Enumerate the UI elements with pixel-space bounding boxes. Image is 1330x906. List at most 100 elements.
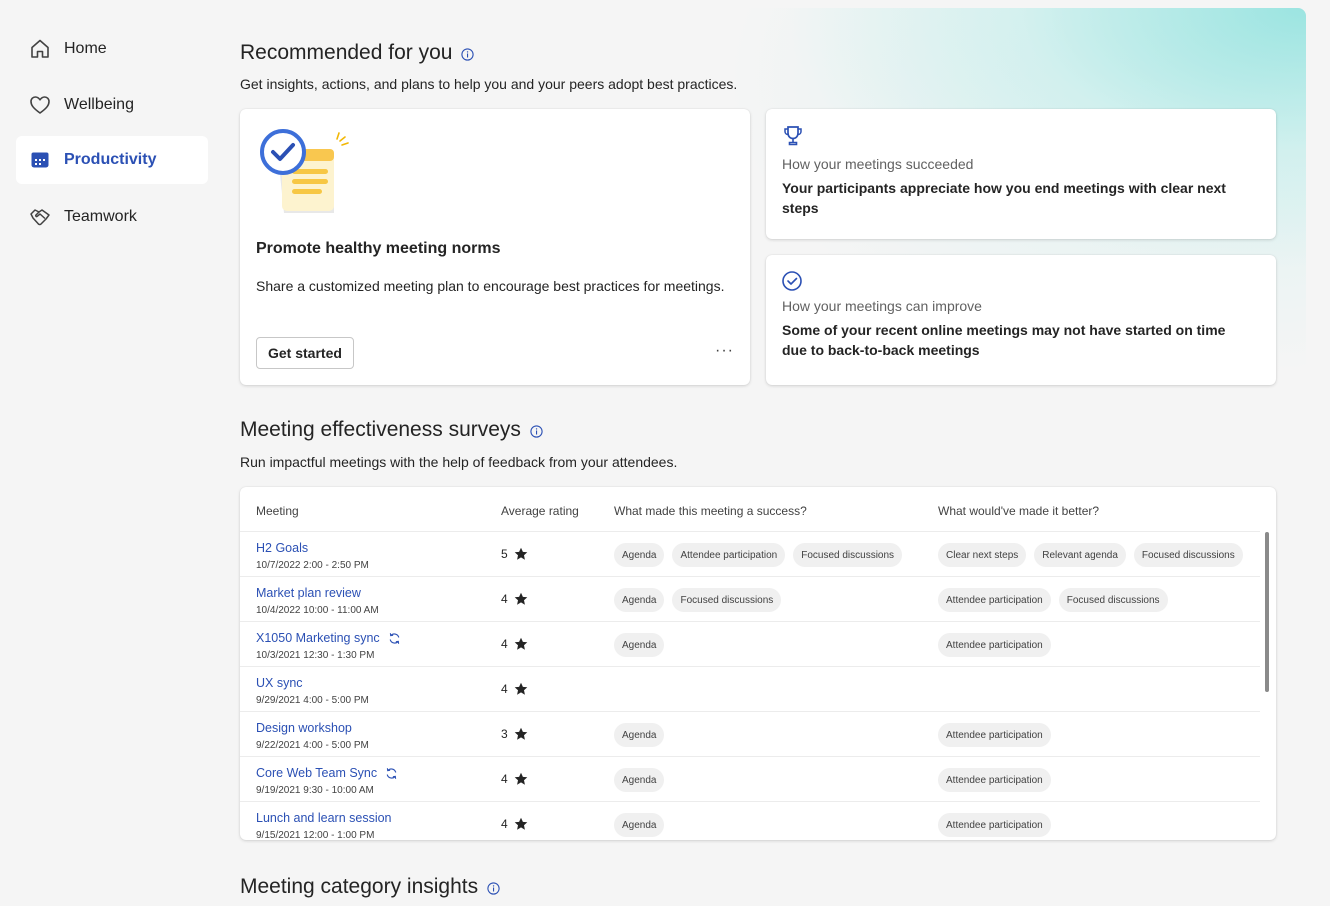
star-icon xyxy=(514,637,527,650)
check-circle-icon xyxy=(782,270,804,297)
feedback-tag: Focused discussions xyxy=(1133,543,1243,567)
trophy-icon xyxy=(782,124,804,153)
meeting-title-link[interactable]: H2 Goals xyxy=(256,541,308,555)
star-icon xyxy=(514,682,527,695)
sidebar: Home Wellbeing Productivity Teamwork xyxy=(0,0,224,906)
meeting-date: 10/4/2022 10:00 - 11:00 AM xyxy=(256,605,379,616)
meeting-title-link[interactable]: Core Web Team Sync xyxy=(256,766,398,780)
feedback-tag: Attendee participation xyxy=(938,768,1051,792)
feedback-tag: Focused discussions xyxy=(672,588,782,612)
average-rating: 4 xyxy=(501,592,528,606)
insight-text: Your participants appreciate how you end… xyxy=(782,180,1226,216)
meeting-date: 10/7/2022 2:00 - 2:50 PM xyxy=(256,560,369,571)
recommended-title: Recommended for you xyxy=(240,41,475,65)
success-tags: Agenda Focused discussions xyxy=(614,588,782,612)
meeting-title-link[interactable]: Lunch and learn session xyxy=(256,811,392,825)
feedback-tag: Focused discussions xyxy=(793,543,903,567)
table-row: Market plan review 10/4/2022 10:00 - 11:0… xyxy=(240,576,1260,621)
recurring-sync-icon xyxy=(388,632,401,645)
feedback-tag: Attendee participation xyxy=(938,813,1051,837)
star-icon xyxy=(514,772,527,785)
feedback-tag: Relevant agenda xyxy=(1034,543,1126,567)
average-rating: 4 xyxy=(501,817,528,831)
home-icon xyxy=(28,37,52,61)
table-row: Core Web Team Sync 9/19/2021 9:30 - 10:00… xyxy=(240,756,1260,801)
improvement-tags: Attendee participation Focused discussion… xyxy=(938,588,1168,612)
insight-card-succeeded[interactable]: How your meetings succeeded Your partici… xyxy=(766,109,1276,239)
insight-label: How your meetings can improve xyxy=(782,298,982,314)
surveys-table: Meeting Average rating What made this me… xyxy=(240,487,1276,840)
feedback-tag: Agenda xyxy=(614,723,665,747)
column-header-meeting[interactable]: Meeting xyxy=(256,504,299,518)
success-tags: Agenda Attendee participation Focused disc… xyxy=(614,543,903,567)
insight-label: How your meetings succeeded xyxy=(782,156,974,172)
plan-card-title: Promote healthy meeting norms xyxy=(256,240,501,257)
info-icon[interactable] xyxy=(487,882,500,895)
average-rating: 5 xyxy=(501,547,528,561)
feedback-tag: Attendee participation xyxy=(938,588,1051,612)
column-header-success[interactable]: What made this meeting a success? xyxy=(614,504,807,518)
meeting-title-link[interactable]: X1050 Marketing sync xyxy=(256,631,401,645)
meeting-plan-illustration xyxy=(258,127,354,222)
table-row: H2 Goals 10/7/2022 2:00 - 2:50 PM 5 Agenda A… xyxy=(240,531,1260,576)
improvement-tags: Clear next steps Relevant agenda Focused d… xyxy=(938,543,1243,567)
star-icon xyxy=(514,817,527,830)
surveys-title: Meeting effectiveness surveys xyxy=(240,418,543,442)
table-row: Lunch and learn session 9/15/2021 12:00 -… xyxy=(240,801,1260,840)
star-icon xyxy=(514,547,527,560)
recommended-subtitle: Get insights, actions, and plans to help… xyxy=(240,76,738,92)
sidebar-item-productivity[interactable]: Productivity xyxy=(16,136,208,184)
feedback-tag: Agenda xyxy=(614,633,665,657)
meeting-date: 9/15/2021 12:00 - 1:00 PM xyxy=(256,830,375,840)
table-row: Design workshop 9/22/2021 4:00 - 5:00 PM 3… xyxy=(240,711,1260,756)
scrollbar[interactable] xyxy=(1265,532,1269,692)
column-header-better[interactable]: What would've made it better? xyxy=(938,504,1099,518)
main-panel: Recommended for you Get insights, action… xyxy=(224,8,1306,906)
average-rating: 4 xyxy=(501,682,528,696)
heart-icon xyxy=(28,93,52,117)
meeting-date: 9/29/2021 4:00 - 5:00 PM xyxy=(256,695,369,706)
star-icon xyxy=(514,727,527,740)
meeting-title-link[interactable]: Design workshop xyxy=(256,721,352,735)
meeting-date: 9/22/2021 4:00 - 5:00 PM xyxy=(256,740,369,751)
feedback-tag: Agenda xyxy=(614,588,665,612)
success-tags: Agenda xyxy=(614,633,665,657)
sidebar-item-label: Wellbeing xyxy=(64,96,134,113)
get-started-button[interactable]: Get started xyxy=(256,337,354,369)
improvement-tags: Attendee participation xyxy=(938,768,1051,792)
star-icon xyxy=(514,592,527,605)
sidebar-item-label: Productivity xyxy=(64,151,157,168)
average-rating: 3 xyxy=(501,727,528,741)
info-icon[interactable] xyxy=(461,48,475,61)
feedback-tag: Focused discussions xyxy=(1058,588,1168,612)
insight-card-improve[interactable]: How your meetings can improve Some of yo… xyxy=(766,255,1276,385)
meeting-date: 9/19/2021 9:30 - 10:00 AM xyxy=(256,785,374,796)
success-tags: Agenda xyxy=(614,768,665,792)
category-title: Meeting category insights xyxy=(240,875,500,899)
feedback-tag: Attendee participation xyxy=(672,543,786,567)
sidebar-item-label: Home xyxy=(64,40,107,57)
average-rating: 4 xyxy=(501,637,528,651)
improvement-tags: Attendee participation xyxy=(938,723,1051,747)
feedback-tag: Attendee participation xyxy=(938,723,1051,747)
meeting-plan-card: Promote healthy meeting norms Share a cu… xyxy=(240,109,750,385)
meeting-title-link[interactable]: UX sync xyxy=(256,676,303,690)
plan-card-description: Share a customized meeting plan to encou… xyxy=(256,278,725,294)
sidebar-item-home[interactable]: Home xyxy=(16,25,208,73)
sidebar-item-wellbeing[interactable]: Wellbeing xyxy=(16,81,208,129)
more-options-icon[interactable]: ··· xyxy=(715,342,734,360)
average-rating: 4 xyxy=(501,772,528,786)
recurring-sync-icon xyxy=(385,767,398,780)
feedback-tag: Agenda xyxy=(614,768,665,792)
meeting-title-link[interactable]: Market plan review xyxy=(256,586,361,600)
info-icon[interactable] xyxy=(530,425,543,438)
success-tags: Agenda xyxy=(614,813,665,837)
feedback-tag: Attendee participation xyxy=(938,633,1051,657)
success-tags: Agenda xyxy=(614,723,665,747)
calendar-icon xyxy=(28,148,52,172)
feedback-tag: Clear next steps xyxy=(938,543,1027,567)
column-header-rating[interactable]: Average rating xyxy=(501,504,579,518)
sidebar-item-label: Teamwork xyxy=(64,208,137,225)
table-row: UX sync 9/29/2021 4:00 - 5:00 PM 4 xyxy=(240,666,1260,711)
sidebar-item-teamwork[interactable]: Teamwork xyxy=(16,193,208,241)
